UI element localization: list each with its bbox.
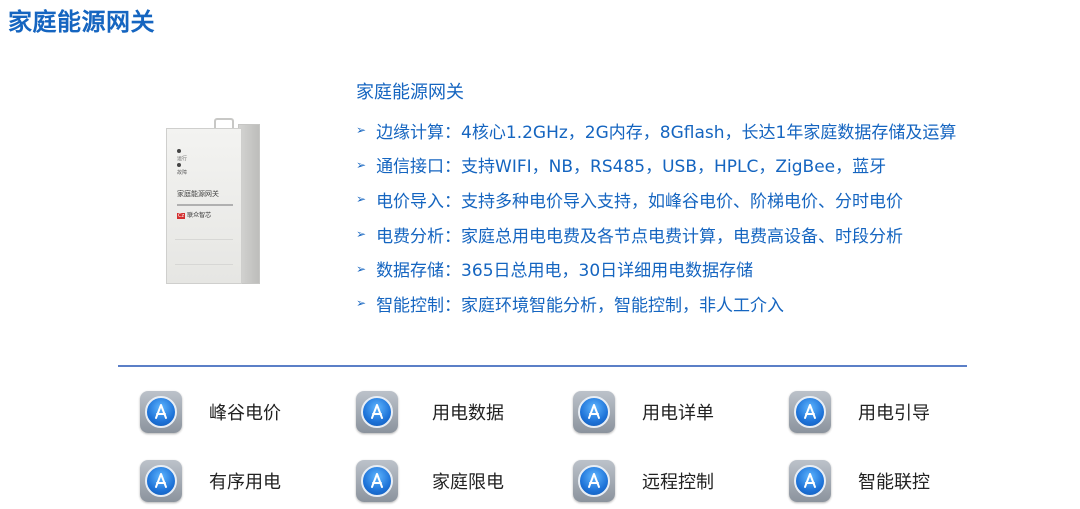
arrow-bullet-icon: ➢ [356,192,367,207]
app-peak-valley-price[interactable]: 峰谷电价 [140,391,281,433]
app-usage-details[interactable]: 用电详单 [573,391,714,433]
app-smart-linkage[interactable]: 智能联控 [789,460,930,502]
app-store-icon [573,460,615,502]
app-store-icon [573,391,615,433]
feature-item: ➢ 数据存储：365日总用电，30日详细用电数据存储 [356,251,956,286]
app-orderly-usage[interactable]: 有序用电 [140,460,281,502]
feature-text: 智能控制：家庭环境智能分析，智能控制，非人工介入 [376,295,785,316]
brand-logo: Cz [177,213,186,219]
feature-text: 通信接口：支持WIFI，NB，RS485，USB，HPLC，ZigBee，蓝牙 [376,157,887,178]
app-usage-guide[interactable]: 用电引导 [789,391,930,433]
app-store-icon [356,391,398,433]
fault-led-icon [177,163,181,167]
device-seam [175,239,233,240]
page-title: 家庭能源网关 [8,8,155,36]
feature-text: 边缘计算：4核心1.2GHz，2G内存，8Gflash，长达1年家庭数据存储及运… [376,122,957,143]
app-home-power-limit[interactable]: 家庭限电 [356,460,504,502]
device-brand: Cz 联众智芯 [177,210,211,219]
app-store-icon [140,460,182,502]
app-label: 用电引导 [858,403,930,424]
arrow-bullet-icon: ➢ [356,261,367,276]
app-label: 家庭限电 [432,472,504,493]
gateway-device-image: 运行 故障 家庭能源网关 Cz 联众智芯 [160,118,262,286]
feature-item: ➢ 电费分析：家庭总用电电费及各节点电费计算，电费高设备、时段分析 [356,217,956,252]
app-label: 远程控制 [642,472,714,493]
device-name-label: 家庭能源网关 [177,190,219,198]
device-front-panel: 运行 故障 家庭能源网关 Cz 联众智芯 [166,128,242,284]
app-usage-data[interactable]: 用电数据 [356,391,504,433]
feature-item: ➢ 智能控制：家庭环境智能分析，智能控制，非人工介入 [356,286,956,321]
app-store-icon [140,391,182,433]
arrow-bullet-icon: ➢ [356,227,367,242]
feature-item: ➢ 边缘计算：4核心1.2GHz，2G内存，8Gflash，长达1年家庭数据存储… [356,113,956,148]
feature-title: 家庭能源网关 [356,82,464,103]
feature-text: 电价导入：支持多种电价导入支持，如峰谷电价、阶梯电价、分时电价 [376,191,904,212]
app-label: 用电数据 [432,403,504,424]
feature-item: ➢ 电价导入：支持多种电价导入支持，如峰谷电价、阶梯电价、分时电价 [356,182,956,217]
feature-item: ➢ 通信接口：支持WIFI，NB，RS485，USB，HPLC，ZigBee，蓝… [356,148,956,183]
app-remote-control[interactable]: 远程控制 [573,460,714,502]
device-seam [175,264,233,265]
brand-name: 联众智芯 [187,212,212,219]
run-led-icon [177,149,181,153]
section-divider [118,365,967,367]
run-led-label: 运行 [177,156,188,162]
feature-text: 数据存储：365日总用电，30日详细用电数据存储 [376,261,754,282]
arrow-bullet-icon: ➢ [356,157,367,172]
app-store-icon [789,391,831,433]
feature-list: ➢ 边缘计算：4核心1.2GHz，2G内存，8Gflash，长达1年家庭数据存储… [356,113,956,321]
device-subtitle-line [177,204,233,206]
app-store-icon [789,460,831,502]
arrow-bullet-icon: ➢ [356,123,367,138]
fault-led-label: 故障 [177,170,188,176]
arrow-bullet-icon: ➢ [356,296,367,311]
app-store-icon [356,460,398,502]
app-label: 峰谷电价 [209,403,281,424]
app-label: 智能联控 [858,472,930,493]
app-label: 用电详单 [642,403,714,424]
app-label: 有序用电 [209,472,281,493]
feature-text: 电费分析：家庭总用电电费及各节点电费计算，电费高设备、时段分析 [376,226,904,247]
